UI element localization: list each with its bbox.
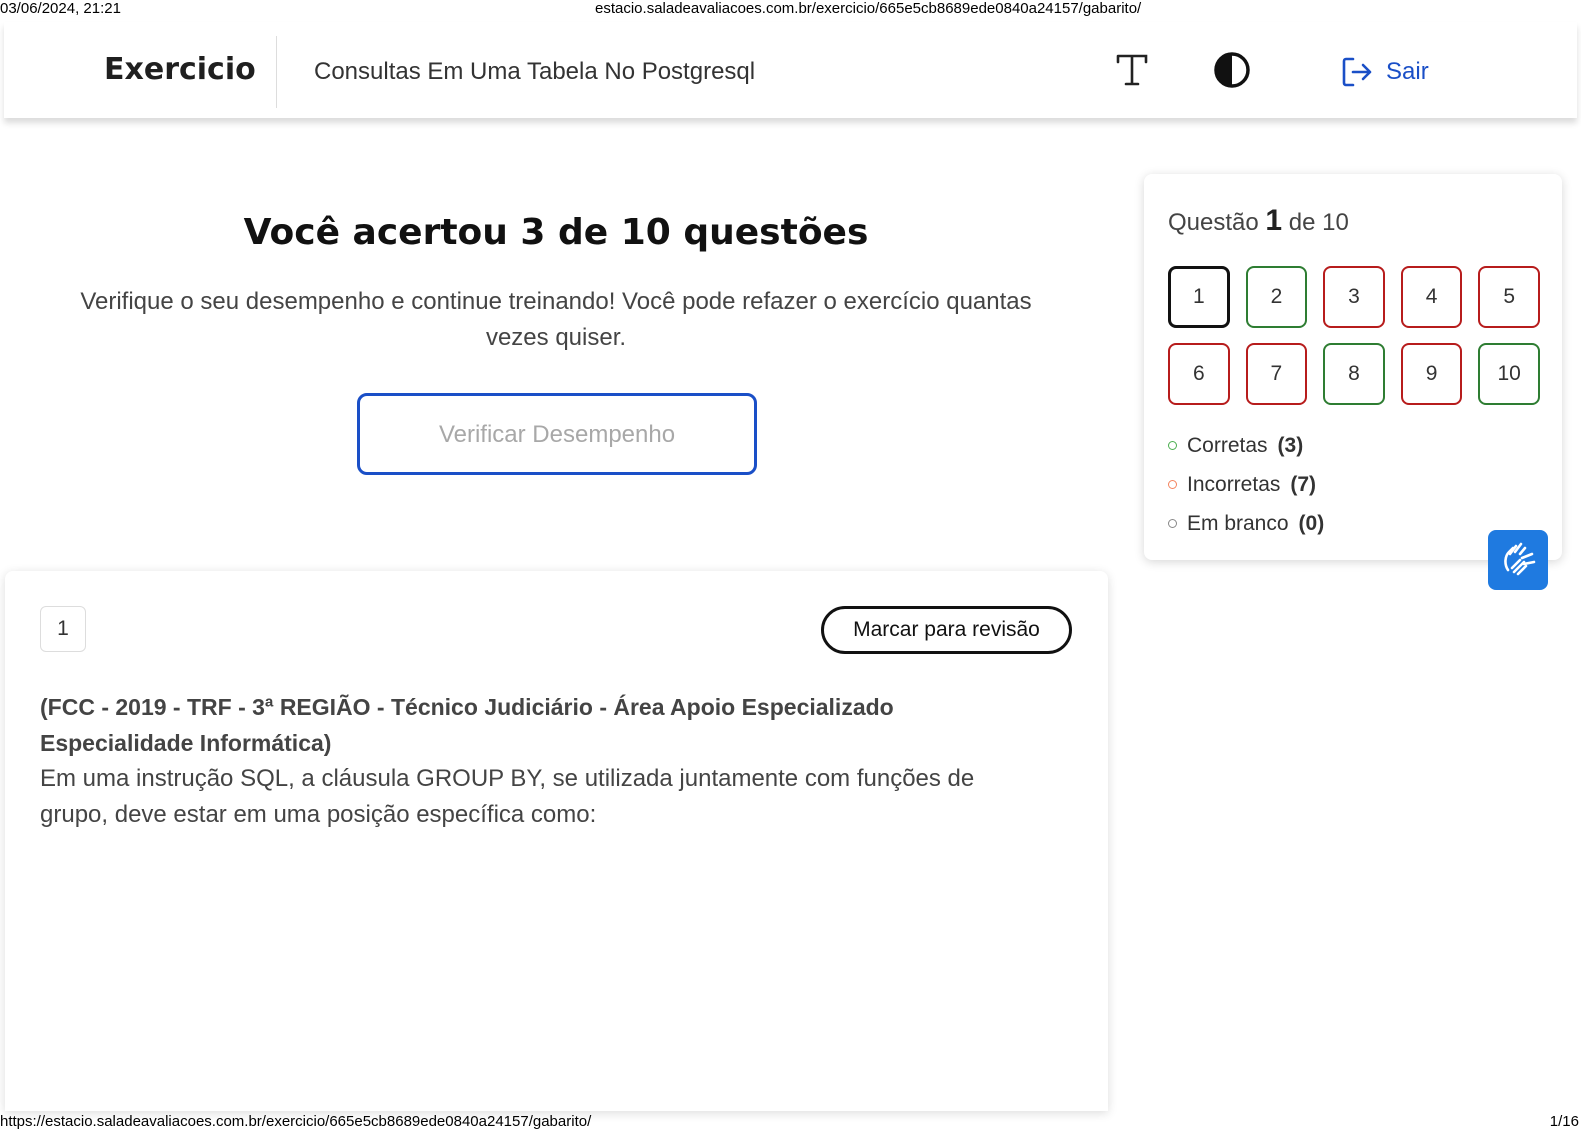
legend-correct: Corretas (3) (1168, 426, 1324, 465)
question-grid-row: 6 7 8 9 10 (1168, 343, 1540, 405)
mark-for-review-button[interactable]: Marcar para revisão (821, 606, 1072, 654)
question-button-9[interactable]: 9 (1400, 343, 1463, 405)
print-footer: https://estacio.saladeavaliacoes.com.br/… (0, 1113, 1581, 1131)
contrast-icon (1214, 52, 1250, 88)
legend-correct-count: (3) (1277, 433, 1304, 457)
question-number-badge: 1 (40, 606, 86, 652)
sign-language-button[interactable] (1488, 530, 1548, 590)
contrast-button[interactable] (1212, 50, 1252, 90)
counter-suffix: de 10 (1288, 209, 1349, 236)
question-button-2[interactable]: 2 (1245, 266, 1308, 328)
sign-language-icon (1504, 542, 1536, 576)
question-navigation-panel: Questão 1 de 10 1 2 3 4 5 6 7 8 9 10 Cor… (1144, 174, 1562, 560)
counter-current: 1 (1265, 204, 1283, 237)
question-button-10[interactable]: 10 (1478, 343, 1540, 405)
question-button-3[interactable]: 3 (1323, 266, 1385, 328)
print-datetime: 03/06/2024, 21:21 (0, 0, 121, 17)
question-text: Em uma instrução SQL, a cláusula GROUP B… (40, 765, 975, 828)
status-legend: Corretas (3) Incorretas (7) Em branco (0… (1168, 426, 1324, 543)
question-source: (FCC - 2019 - TRF - 3ª REGIÃO - Técnico … (40, 694, 894, 756)
print-header-url: estacio.saladeavaliacoes.com.br/exercici… (595, 0, 1142, 17)
header-divider (276, 36, 277, 108)
print-header: 03/06/2024, 21:21 estacio.saladeavaliaco… (0, 0, 1581, 18)
legend-blank: Em branco (0) (1168, 504, 1324, 543)
verify-performance-button[interactable]: Verificar Desempenho (357, 393, 757, 475)
question-button-1[interactable]: 1 (1168, 266, 1230, 328)
question-grid-row: 1 2 3 4 5 (1168, 266, 1540, 328)
legend-blank-label: Em branco (1187, 511, 1289, 535)
brand-title: Exercicio (104, 52, 256, 87)
font-size-icon (1116, 54, 1148, 86)
logout-button[interactable]: Sair (1340, 54, 1429, 90)
legend-incorrect-count: (7) (1290, 472, 1317, 496)
result-title: Você acertou 3 de 10 questões (243, 212, 869, 253)
top-bar: Exercicio Consultas Em Uma Tabela No Pos… (4, 22, 1577, 118)
font-size-button[interactable] (1114, 50, 1150, 90)
question-card: 1 Marcar para revisão (FCC - 2019 - TRF … (5, 571, 1108, 1111)
result-description: Verifique o seu desempenho e continue tr… (80, 288, 1032, 351)
blank-dot-icon (1168, 519, 1177, 528)
print-page-number: 1/16 (1549, 1113, 1579, 1130)
print-footer-url: https://estacio.saladeavaliacoes.com.br/… (0, 1113, 592, 1130)
logout-icon (1342, 57, 1372, 87)
question-grid: 1 2 3 4 5 6 7 8 9 10 (1168, 266, 1540, 420)
question-button-8[interactable]: 8 (1323, 343, 1385, 405)
correct-dot-icon (1168, 441, 1177, 450)
question-button-5[interactable]: 5 (1478, 266, 1540, 328)
legend-correct-label: Corretas (1187, 433, 1268, 457)
legend-incorrect: Incorretas (7) (1168, 465, 1324, 504)
counter-prefix: Questão (1168, 209, 1259, 236)
logout-label: Sair (1386, 58, 1429, 85)
incorrect-dot-icon (1168, 480, 1177, 489)
question-button-7[interactable]: 7 (1245, 343, 1308, 405)
legend-incorrect-label: Incorretas (1187, 472, 1281, 496)
question-button-4[interactable]: 4 (1400, 266, 1463, 328)
legend-blank-count: (0) (1298, 511, 1325, 535)
question-counter: Questão 1 de 10 (1168, 204, 1349, 238)
question-button-6[interactable]: 6 (1168, 343, 1230, 405)
exercise-subject: Consultas Em Uma Tabela No Postgresql (314, 58, 756, 85)
